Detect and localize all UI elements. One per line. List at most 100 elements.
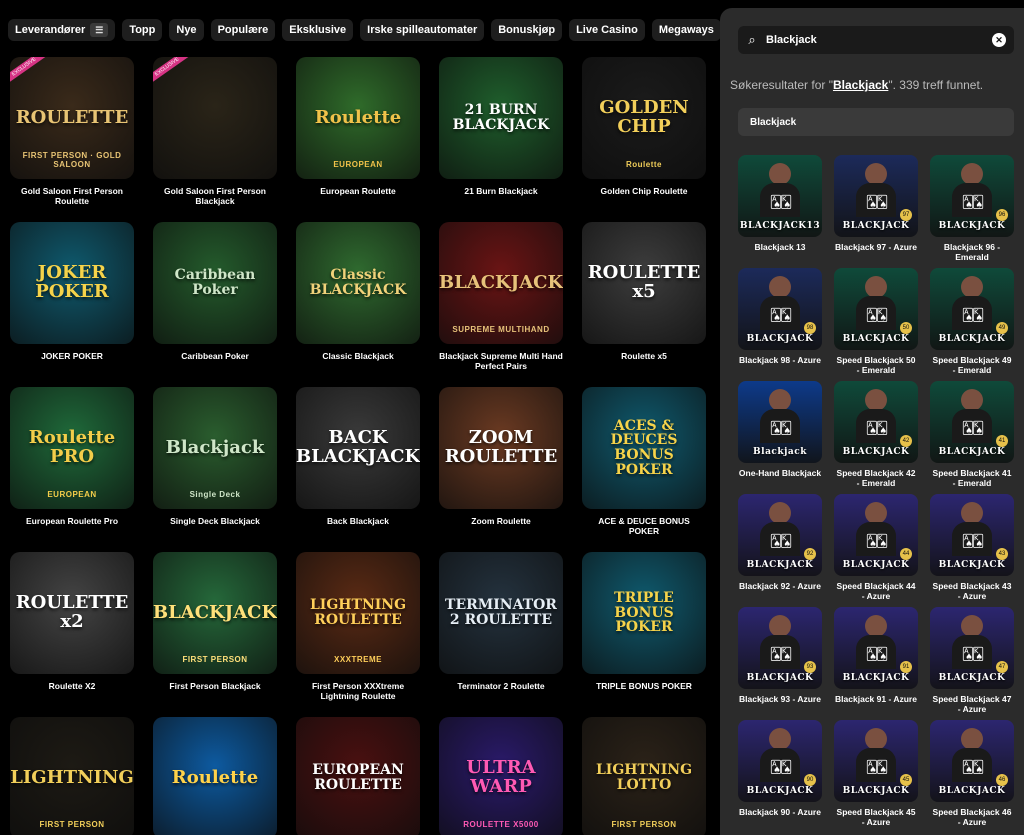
game-title[interactable]: First Person XXXtreme Lightning Roulette (296, 681, 420, 701)
game-thumbnail[interactable]: TERMINATOR 2 ROULETTE (439, 552, 563, 674)
game-tile[interactable]: LIGHTNING ROULETTE XXXTREME First Person X… (296, 552, 420, 701)
game-thumbnail[interactable]: GOLDEN CHIP Roulette (582, 57, 706, 179)
result-title[interactable]: Speed Blackjack 46 - Azure (930, 807, 1014, 827)
search-suggestion[interactable]: Blackjack (738, 108, 1014, 136)
result-title[interactable]: Speed Blackjack 43 - Azure (930, 581, 1014, 601)
result-thumbnail[interactable]: 🂡🂮 BLACKJACK 47 (930, 607, 1014, 689)
result-thumbnail[interactable]: 🂡🂮 BLACKJACK 92 (738, 494, 822, 576)
game-tile[interactable]: Roulette (153, 717, 277, 835)
game-tile[interactable]: TRIPLE BONUS POKER TRIPLE BONUS POKER (582, 552, 706, 691)
result-thumbnail[interactable]: 🂡🂮 BLACKJACK 45 (834, 720, 918, 802)
game-thumbnail[interactable]: Classic BLACKJACK (296, 222, 420, 344)
game-title[interactable]: Caribbean Poker (153, 351, 277, 361)
game-thumbnail[interactable]: 21 BURN BLACKJACK (439, 57, 563, 179)
result-title[interactable]: Speed Blackjack 47 - Azure (930, 694, 1014, 714)
result-title[interactable]: Blackjack 97 - Azure (834, 242, 918, 252)
result-tile[interactable]: 🂡🂮 BLACKJACK 44 Speed Blackjack 44 - Azure (834, 494, 918, 601)
game-thumbnail[interactable]: EXCLUSIVE ROULETTE FIRST PERSON · GOLD SAL… (10, 57, 134, 179)
result-title[interactable]: Blackjack 91 - Azure (834, 694, 918, 704)
game-title[interactable]: Single Deck Blackjack (153, 516, 277, 526)
result-tile[interactable]: 🂡🂮 BLACKJACK 92 Blackjack 92 - Azure (738, 494, 822, 591)
game-tile[interactable]: TERMINATOR 2 ROULETTE Terminator 2 Roulet… (439, 552, 563, 691)
result-tile[interactable]: 🂡🂮 BLACKJACK 41 Speed Blackjack 41 - Emeral… (930, 381, 1014, 488)
result-tile[interactable]: 🂡🂮 BLACKJACK 97 Blackjack 97 - Azure (834, 155, 918, 252)
game-thumbnail[interactable]: BLACKJACK FIRST PERSON (153, 552, 277, 674)
result-tile[interactable]: 🂡🂮 BLACKJACK 46 Speed Blackjack 46 - Azure (930, 720, 1014, 827)
game-thumbnail[interactable]: TRIPLE BONUS POKER (582, 552, 706, 674)
game-thumbnail[interactable]: ZOOM ROULETTE (439, 387, 563, 509)
game-thumbnail[interactable]: EUROPEAN ROULETTE (296, 717, 420, 835)
result-thumbnail[interactable]: 🂡🂮 BLACKJACK 50 (834, 268, 918, 350)
game-thumbnail[interactable]: ACES & DEUCES BONUS POKER (582, 387, 706, 509)
search-value[interactable]: Blackjack (766, 34, 992, 46)
result-tile[interactable]: 🂡🂮 BLACKJACK 42 Speed Blackjack 42 - Emeral… (834, 381, 918, 488)
game-tile[interactable]: Roulette EUROPEAN European Roulette (296, 57, 420, 196)
game-title[interactable]: European Roulette Pro (10, 516, 134, 526)
result-thumbnail[interactable]: 🂡🂮 BLACKJACK 44 (834, 494, 918, 576)
game-title[interactable]: Golden Chip Roulette (582, 186, 706, 196)
game-title[interactable]: European Roulette (296, 186, 420, 196)
game-tile[interactable]: 21 BURN BLACKJACK 21 Burn Blackjack (439, 57, 563, 196)
game-title[interactable]: Zoom Roulette (439, 516, 563, 526)
result-thumbnail[interactable]: 🂡🂮 BLACKJACK 93 (738, 607, 822, 689)
game-tile[interactable]: BLACKJACK FIRST PERSON First Person Blackj… (153, 552, 277, 691)
result-title[interactable]: Blackjack 98 - Azure (738, 355, 822, 365)
result-tile[interactable]: 🂡🂮 BLACKJACK 96 Blackjack 96 - Emerald (930, 155, 1014, 262)
game-title[interactable]: Gold Saloon First Person Roulette (10, 186, 134, 206)
result-title[interactable]: One-Hand Blackjack (738, 468, 822, 478)
result-thumbnail[interactable]: 🂡🂮 BLACKJACK 41 (930, 381, 1014, 463)
result-title[interactable]: Speed Blackjack 50 - Emerald (834, 355, 918, 375)
result-tile[interactable]: 🂡🂮 BLACKJACK13 Blackjack 13 (738, 155, 822, 252)
game-title[interactable]: First Person Blackjack (153, 681, 277, 691)
game-tile[interactable]: Classic BLACKJACK Classic Blackjack (296, 222, 420, 361)
result-title[interactable]: Speed Blackjack 49 - Emerald (930, 355, 1014, 375)
game-tile[interactable]: Blackjack Single Deck Single Deck Blackjac… (153, 387, 277, 526)
game-tile[interactable]: EUROPEAN ROULETTE (296, 717, 420, 835)
result-title[interactable]: Speed Blackjack 42 - Emerald (834, 468, 918, 488)
clear-search-icon[interactable]: ✕ (992, 33, 1006, 47)
game-tile[interactable]: ULTRA WARP ROULETTE X5000 (439, 717, 563, 835)
result-tile[interactable]: 🂡🂮 BLACKJACK 49 Speed Blackjack 49 - Emeral… (930, 268, 1014, 375)
game-thumbnail[interactable]: EXCLUSIVE (153, 57, 277, 179)
result-thumbnail[interactable]: 🂡🂮 BLACKJACK13 (738, 155, 822, 237)
game-thumbnail[interactable]: Blackjack Single Deck (153, 387, 277, 509)
game-title[interactable]: Back Blackjack (296, 516, 420, 526)
result-tile[interactable]: 🂡🂮 BLACKJACK 45 Speed Blackjack 45 - Azure (834, 720, 918, 827)
result-thumbnail[interactable]: 🂡🂮 Blackjack (738, 381, 822, 463)
game-thumbnail[interactable]: Roulette (153, 717, 277, 835)
game-thumbnail[interactable]: LIGHTNING FIRST PERSON (10, 717, 134, 835)
game-thumbnail[interactable]: BLACKJACK SUPREME MULTIHAND (439, 222, 563, 344)
game-tile[interactable]: JOKER POKER JOKER POKER (10, 222, 134, 361)
result-thumbnail[interactable]: 🂡🂮 BLACKJACK 42 (834, 381, 918, 463)
results-term[interactable]: Blackjack (833, 78, 888, 92)
result-tile[interactable]: 🂡🂮 BLACKJACK 50 Speed Blackjack 50 - Emeral… (834, 268, 918, 375)
game-tile[interactable]: EXCLUSIVE ROULETTE FIRST PERSON · GOLD SAL… (10, 57, 134, 206)
game-tile[interactable]: EXCLUSIVE Gold Saloon First Person Blackj… (153, 57, 277, 206)
game-thumbnail[interactable]: BACK BLACKJACK (296, 387, 420, 509)
game-title[interactable]: Terminator 2 Roulette (439, 681, 563, 691)
result-thumbnail[interactable]: 🂡🂮 BLACKJACK 98 (738, 268, 822, 350)
game-tile[interactable]: GOLDEN CHIP Roulette Golden Chip Roulette (582, 57, 706, 196)
game-tile[interactable]: ROULETTE x5 Roulette x5 (582, 222, 706, 361)
result-title[interactable]: Speed Blackjack 45 - Azure (834, 807, 918, 827)
category-chip[interactable]: Nye (169, 19, 204, 41)
game-thumbnail[interactable]: Caribbean Poker (153, 222, 277, 344)
category-chip[interactable]: Leverandører ☰ (8, 19, 116, 41)
result-tile[interactable]: 🂡🂮 BLACKJACK 47 Speed Blackjack 47 - Azure (930, 607, 1014, 714)
game-tile[interactable]: LIGHTNING LOTTO FIRST PERSON (582, 717, 706, 835)
game-thumbnail[interactable]: LIGHTNING LOTTO FIRST PERSON (582, 717, 706, 835)
game-title[interactable]: Roulette X2 (10, 681, 134, 691)
result-title[interactable]: Blackjack 90 - Azure (738, 807, 822, 817)
game-tile[interactable]: ROULETTE x2 Roulette X2 (10, 552, 134, 691)
result-tile[interactable]: 🂡🂮 BLACKJACK 91 Blackjack 91 - Azure (834, 607, 918, 704)
game-tile[interactable]: ACES & DEUCES BONUS POKER ACE & DEUCE BON… (582, 387, 706, 536)
result-title[interactable]: Blackjack 93 - Azure (738, 694, 822, 704)
result-title[interactable]: Blackjack 13 (738, 242, 822, 252)
result-tile[interactable]: 🂡🂮 BLACKJACK 90 Blackjack 90 - Azure (738, 720, 822, 817)
result-tile[interactable]: 🂡🂮 BLACKJACK 93 Blackjack 93 - Azure (738, 607, 822, 704)
result-thumbnail[interactable]: 🂡🂮 BLACKJACK 43 (930, 494, 1014, 576)
result-thumbnail[interactable]: 🂡🂮 BLACKJACK 46 (930, 720, 1014, 802)
result-tile[interactable]: 🂡🂮 BLACKJACK 98 Blackjack 98 - Azure (738, 268, 822, 365)
game-thumbnail[interactable]: JOKER POKER (10, 222, 134, 344)
game-tile[interactable]: LIGHTNING FIRST PERSON (10, 717, 134, 835)
